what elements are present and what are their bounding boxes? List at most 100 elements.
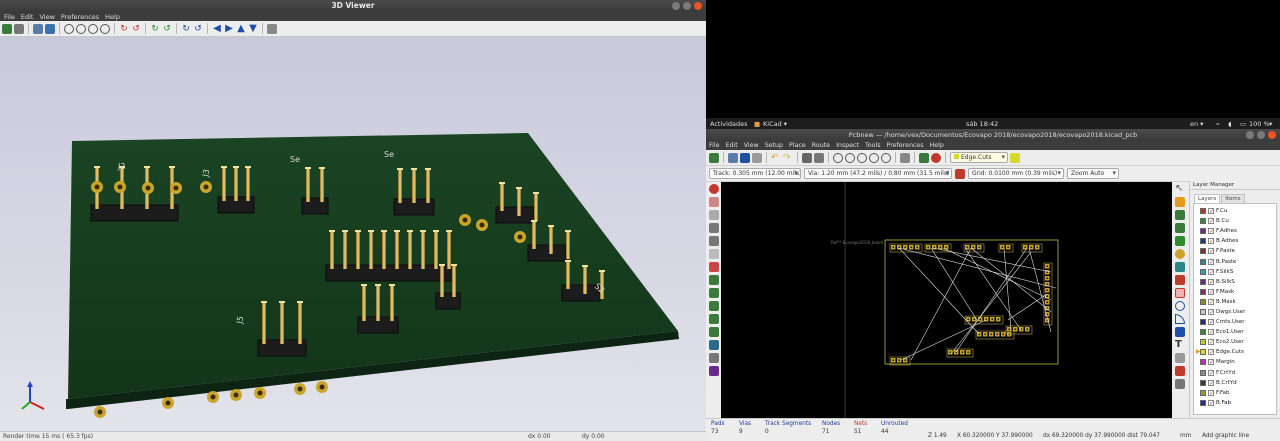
network-icon[interactable]: ⌁ <box>1216 120 1220 128</box>
layer-color-swatch[interactable] <box>1200 268 1206 275</box>
layer-row[interactable]: ✓ B.Fab <box>1196 398 1276 408</box>
layer-color-swatch[interactable] <box>1200 288 1206 295</box>
units-mm-icon[interactable] <box>708 236 719 246</box>
zone-display-icon[interactable] <box>708 275 719 285</box>
add-circle-icon[interactable] <box>1175 301 1185 311</box>
add-target-icon[interactable] <box>1175 366 1185 376</box>
layer-row[interactable]: ✓ F.CrtYd <box>1196 368 1276 378</box>
menu-preferences[interactable]: Preferences <box>887 142 924 149</box>
layer-color-swatch[interactable] <box>1200 278 1206 285</box>
layer-color-swatch[interactable] <box>1200 399 1206 406</box>
layer-row[interactable]: ✓ B.Adhes <box>1196 236 1276 246</box>
layer-row[interactable]: ✓ B.Paste <box>1196 256 1276 266</box>
add-via-icon[interactable] <box>1175 249 1185 259</box>
layer-manager-icon[interactable] <box>708 366 719 376</box>
render-mode-icon[interactable] <box>45 23 55 34</box>
menu-help[interactable]: Help <box>930 142 944 149</box>
high-contrast-icon[interactable] <box>708 340 719 350</box>
layer-color-swatch[interactable] <box>1200 369 1206 376</box>
layer-visibility-checkbox[interactable]: ✓ <box>1208 228 1214 235</box>
layer-select[interactable]: Edge.Cuts <box>950 152 1008 163</box>
layer-color-swatch[interactable] <box>1200 298 1206 305</box>
find-icon[interactable] <box>900 152 910 163</box>
layer-color-swatch[interactable] <box>1200 379 1206 386</box>
menu-file[interactable]: File <box>4 13 15 21</box>
open-icon[interactable] <box>728 152 738 163</box>
maximize-button[interactable] <box>683 2 691 10</box>
zone-outline-icon[interactable] <box>708 288 719 298</box>
menu-edit[interactable]: Edit <box>726 142 738 149</box>
layer-visibility-checkbox[interactable]: ✓ <box>1208 288 1214 295</box>
rotate-y-ccw-icon[interactable]: ↺ <box>162 24 172 34</box>
layer-pair-icon[interactable] <box>1010 152 1020 163</box>
layer-color-swatch[interactable] <box>1200 218 1206 225</box>
drc-markers-icon[interactable] <box>708 184 719 194</box>
menu-edit[interactable]: Edit <box>21 13 34 21</box>
add-keepout-icon[interactable] <box>1175 275 1185 285</box>
layer-visibility-checkbox[interactable]: ✓ <box>1208 208 1214 215</box>
language-selector[interactable]: en ▾ <box>1190 120 1203 128</box>
layer-color-swatch[interactable] <box>1200 248 1206 255</box>
layer-visibility-checkbox[interactable]: ✓ <box>1208 369 1214 376</box>
units-inch-icon[interactable] <box>708 223 719 233</box>
export-image-icon[interactable] <box>2 23 12 34</box>
layer-row[interactable]: ✓ Margin <box>1196 357 1276 367</box>
layer-row[interactable]: ▶ ✓ Edge.Cuts <box>1196 347 1276 357</box>
zoom-in-icon[interactable] <box>64 23 74 34</box>
layer-visibility-checkbox[interactable]: ✓ <box>1208 319 1214 326</box>
layer-color-swatch[interactable] <box>1200 339 1206 346</box>
layer-visibility-checkbox[interactable]: ✓ <box>1208 298 1214 305</box>
menu-setup[interactable]: Setup <box>765 142 783 149</box>
route-track-icon[interactable] <box>1175 236 1185 246</box>
layer-color-swatch[interactable] <box>1200 208 1206 215</box>
layer-row[interactable]: ✓ F.Mask <box>1196 287 1276 297</box>
3d-canvas[interactable]: J3 Se Se S2 J5 J2 <box>0 37 706 431</box>
layer-visibility-checkbox[interactable]: ✓ <box>1208 218 1214 225</box>
copy-icon[interactable] <box>14 23 24 34</box>
microwave-tools-icon[interactable] <box>708 353 719 363</box>
layer-color-swatch[interactable] <box>1200 329 1206 336</box>
tab-layers[interactable]: Layers <box>1194 194 1221 203</box>
zoom-in-icon[interactable] <box>845 152 855 163</box>
highlight-net-icon[interactable] <box>1175 197 1185 207</box>
activities-button[interactable]: Actividades <box>710 120 748 128</box>
polar-coords-icon[interactable] <box>708 210 719 220</box>
undo-icon[interactable]: ↶ <box>771 153 781 163</box>
system-menu-icon[interactable]: ▾ <box>1269 120 1272 128</box>
add-dimension-icon[interactable] <box>1175 353 1185 363</box>
zoom-fit-icon[interactable] <box>869 152 879 163</box>
maximize-button[interactable] <box>1257 131 1265 139</box>
track-width-select[interactable]: Track: 0.305 mm (12.00 mils) * <box>709 168 801 179</box>
rotate-z-cw-icon[interactable]: ↻ <box>181 24 191 34</box>
ortho-view-icon[interactable] <box>267 23 277 34</box>
layer-color-swatch[interactable] <box>1200 319 1206 326</box>
rotate-z-ccw-icon[interactable]: ↺ <box>193 24 203 34</box>
grid-select[interactable]: Grid: 0.0100 mm (0.39 mils) <box>968 168 1064 179</box>
layer-color-swatch[interactable] <box>1200 228 1206 235</box>
add-text-icon[interactable]: T <box>1175 340 1185 350</box>
drc-icon[interactable] <box>931 152 941 163</box>
rotate-y-cw-icon[interactable]: ↻ <box>150 24 160 34</box>
print-icon[interactable] <box>802 152 812 163</box>
minimize-button[interactable] <box>672 2 680 10</box>
cursor-shape-icon[interactable] <box>708 249 719 259</box>
menu-place[interactable]: Place <box>789 142 806 149</box>
layer-visibility-checkbox[interactable]: ✓ <box>1208 389 1214 396</box>
auto-track-width-icon[interactable] <box>955 168 965 179</box>
layer-visibility-checkbox[interactable]: ✓ <box>1208 379 1214 386</box>
page-settings-icon[interactable] <box>752 152 762 163</box>
layer-visibility-checkbox[interactable]: ✓ <box>1208 248 1214 255</box>
layer-visibility-checkbox[interactable]: ✓ <box>1208 329 1214 336</box>
layer-row[interactable]: ✓ F.Fab <box>1196 388 1276 398</box>
menu-tools[interactable]: Tools <box>865 142 881 149</box>
layer-visibility-checkbox[interactable]: ✓ <box>1208 268 1214 275</box>
zoom-out-icon[interactable] <box>857 152 867 163</box>
tab-items[interactable]: Items <box>1221 194 1245 203</box>
layer-row[interactable]: ✓ F.SilkS <box>1196 267 1276 277</box>
add-zone-icon[interactable] <box>1175 262 1185 272</box>
layer-row[interactable]: ✓ F.Paste <box>1196 246 1276 256</box>
battery-icon[interactable]: ▭ <box>1240 120 1246 128</box>
menu-view[interactable]: View <box>39 13 54 21</box>
zoom-redraw-icon[interactable] <box>88 23 98 34</box>
minimize-button[interactable] <box>1246 131 1254 139</box>
